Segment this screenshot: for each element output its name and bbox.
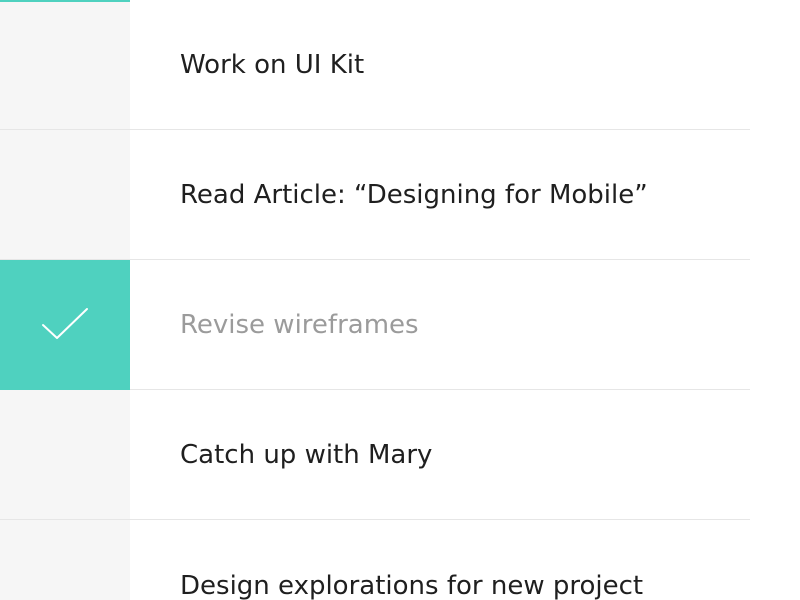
- task-checkbox-checked[interactable]: [0, 259, 130, 390]
- task-row-design-explorations[interactable]: Design explorations for new project: [0, 520, 750, 600]
- task-label: Read Article: “Designing for Mobile”: [180, 179, 648, 210]
- task-label: Revise wireframes: [180, 309, 419, 340]
- task-label: Design explorations for new project: [180, 571, 644, 600]
- task-label: Catch up with Mary: [180, 439, 433, 470]
- task-row-read-article[interactable]: Read Article: “Designing for Mobile”: [0, 129, 750, 260]
- task-checkbox[interactable]: [0, 520, 130, 600]
- checkmark-icon: [42, 308, 88, 339]
- task-list: Work on UI Kit Read Article: “Designing …: [0, 0, 750, 600]
- todo-app: Work on UI Kit Read Article: “Designing …: [0, 0, 800, 600]
- task-row-revise-wireframes[interactable]: Revise wireframes: [0, 259, 750, 390]
- task-checkbox[interactable]: [0, 129, 130, 260]
- task-row-catch-up-with-mary[interactable]: Catch up with Mary: [0, 389, 750, 520]
- task-label: Work on UI Kit: [180, 49, 365, 80]
- top-accent-bar: [0, 0, 130, 2]
- task-checkbox[interactable]: [0, 0, 130, 130]
- task-row-work-on-ui-kit[interactable]: Work on UI Kit: [0, 0, 750, 130]
- task-checkbox[interactable]: [0, 389, 130, 520]
